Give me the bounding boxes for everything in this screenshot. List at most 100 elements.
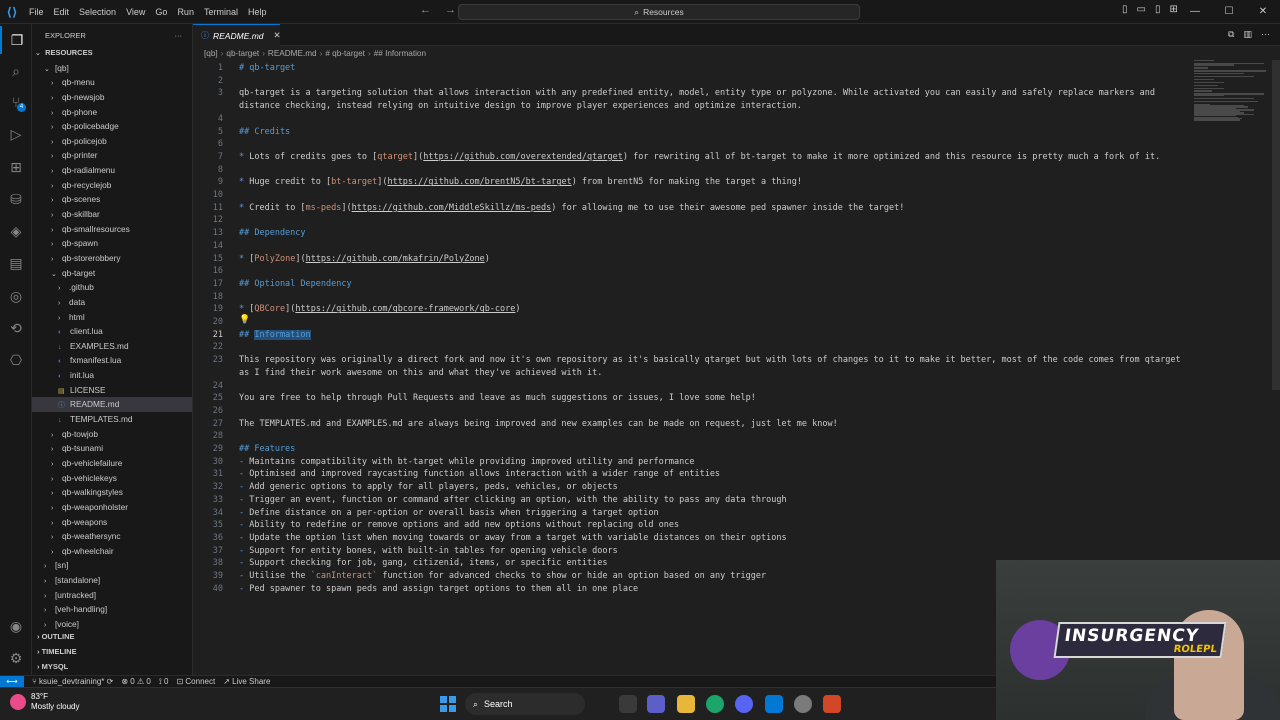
task-view-icon[interactable] [619,695,637,713]
storage-icon[interactable]: ▤ [0,249,32,277]
powerpoint-icon[interactable] [823,695,841,713]
tree-item[interactable]: › qb-weaponholster [32,500,192,515]
tree-item[interactable]: › qb-weathersync [32,529,192,544]
breadcrumb-item[interactable]: README.md [268,49,317,58]
menu-item-terminal[interactable]: Terminal [199,0,243,24]
menu-item-help[interactable]: Help [243,0,272,24]
graph-icon[interactable]: ⎔ [0,346,32,374]
edge-icon[interactable] [706,695,724,713]
source-control-icon[interactable]: ⑂ 4 [0,88,32,116]
tree-item[interactable]: › data [32,295,192,310]
tree-item[interactable]: › qb-spawn [32,236,192,251]
markdown-link-url[interactable]: https://github.com/MiddleSkillz/ms-peds [352,203,552,213]
tree-item[interactable]: ⓘ README.md [32,397,192,413]
teams-icon[interactable] [647,695,665,713]
menu-item-selection[interactable]: Selection [74,0,121,24]
tree-item[interactable]: › qb-printer [32,148,192,163]
tree-item[interactable]: ⌄ [qb] [32,61,192,76]
tree-item[interactable]: › [veh-handling] [32,602,192,617]
timeline-section[interactable]: › TIMELINE [32,645,192,660]
ports-status[interactable]: ⟟ 0 [159,677,169,687]
menu-item-go[interactable]: Go [150,0,172,24]
obs-icon[interactable] [794,695,812,713]
weather-widget[interactable]: 83°F Mostly cloudy [10,692,79,712]
toggle-panel-icon[interactable]: ▭ [1137,4,1146,15]
connect-status[interactable]: ⊡ Connect [176,677,215,686]
maximize-icon[interactable]: ☐ [1212,0,1246,24]
explorer-icon[interactable]: ❐ [0,26,32,54]
discord-icon[interactable] [735,695,753,713]
breadcrumb-item[interactable]: qb-target [226,49,259,58]
more-actions-icon[interactable]: ··· [175,31,183,40]
problems-status[interactable]: ⊗ 0 ⚠ 0 [121,677,150,686]
editor-scrollbar[interactable] [1272,60,1280,390]
customize-layout-icon[interactable]: ⊞ [1169,4,1177,15]
lightbulb-icon[interactable]: 💡 [239,314,250,325]
menu-item-file[interactable]: File [24,0,49,24]
tree-item[interactable]: › qb-vehiclekeys [32,471,192,486]
tree-item[interactable]: › qb-weapons [32,515,192,530]
json-icon[interactable]: ◎ [0,282,32,310]
remote-indicator-icon[interactable]: ⟷ [0,675,24,688]
toggle-secondary-sidebar-icon[interactable]: ▯ [1155,4,1161,15]
tree-item[interactable]: › qb-phone [32,105,192,120]
breadcrumb-item[interactable]: ## Information [374,49,426,58]
tree-item[interactable]: › qb-smallresources [32,222,192,237]
tree-item[interactable]: › qb-policebadge [32,119,192,134]
tree-item[interactable]: › qb-policejob [32,134,192,149]
tree-item[interactable]: › html [32,310,192,325]
markdown-link-url[interactable]: https://github.com/overextended/qtarget [423,152,623,162]
tree-item[interactable]: › [sn] [32,558,192,573]
split-editor-icon[interactable]: ▥ [1243,29,1252,40]
database-icon[interactable]: ⛁ [0,185,32,213]
markdown-link-url[interactable]: https://github.com/mkafrin/PolyZone [306,254,485,264]
tree-item[interactable]: › [untracked] [32,588,192,603]
tree-item[interactable]: › .github [32,280,192,295]
tree-item[interactable]: › qb-radialmenu [32,163,192,178]
file-explorer-icon[interactable] [677,695,695,713]
markdown-link-url[interactable]: https://github.com/qbcore-framework/qb-c… [295,304,515,314]
tree-item[interactable]: › qb-storerobbery [32,251,192,266]
windows-start-icon[interactable] [440,696,456,712]
command-center-search[interactable]: ⌕ Resources [458,4,860,20]
breadcrumb-item[interactable]: [qb] [204,49,218,58]
tree-item[interactable]: › qb-wheelchair [32,544,192,559]
minimap[interactable] [1194,60,1268,121]
liveshare-status[interactable]: ↗ Live Share [223,677,270,686]
tree-item[interactable]: › qb-scenes [32,192,192,207]
more-editor-actions-icon[interactable]: ··· [1261,29,1270,40]
tree-item[interactable]: › qb-menu [32,75,192,90]
extensions-icon[interactable]: ⊞ [0,153,32,181]
manage-gear-icon[interactable]: ⚙ [0,644,32,672]
tree-item[interactable]: ↓ EXAMPLES.md [32,339,192,354]
tree-item[interactable]: › qb-walkingstyles [32,485,192,500]
close-window-icon[interactable]: ✕ [1246,0,1280,24]
layers-icon[interactable]: ◈ [0,217,32,245]
tree-item[interactable]: ⌄ qb-target [32,266,192,281]
forward-arrow-icon[interactable]: → [445,4,456,16]
tree-item[interactable]: › qb-newsjob [32,90,192,105]
tree-item[interactable]: › qb-skillbar [32,207,192,222]
tree-item[interactable]: › qb-towjob [32,427,192,442]
close-tab-icon[interactable]: ✕ [274,30,281,41]
tree-item[interactable]: › qb-recyclejob [32,178,192,193]
back-arrow-icon[interactable]: ← [420,4,431,16]
menu-item-view[interactable]: View [121,0,150,24]
outline-section[interactable]: › OUTLINE [32,630,192,645]
tab-readme[interactable]: ⓘ README.md ✕ [193,24,281,46]
workspace-root[interactable]: ⌄ RESOURCES [32,46,192,61]
menu-item-edit[interactable]: Edit [49,0,75,24]
menu-item-run[interactable]: Run [172,0,199,24]
taskbar-search[interactable]: ⌕ Search [465,693,585,715]
markdown-link-url[interactable]: https://github.com/brentN5/bt-target [387,177,571,187]
tree-item[interactable]: › [standalone] [32,573,192,588]
tree-item[interactable]: ◐ init.lua [32,368,192,383]
mysql-section[interactable]: › MYSQL [32,660,192,675]
remote-icon[interactable]: ⟲ [0,314,32,342]
breadcrumb-item[interactable]: # qb-target [325,49,365,58]
account-icon[interactable]: ◉ [0,612,32,640]
tree-item[interactable]: ▤ LICENSE [32,383,192,398]
branch-status[interactable]: ⑂ ksuie_devtraining* ⟳ [32,677,113,686]
tree-item[interactable]: ◐ client.lua [32,324,192,339]
minimize-icon[interactable]: — [1178,0,1212,24]
